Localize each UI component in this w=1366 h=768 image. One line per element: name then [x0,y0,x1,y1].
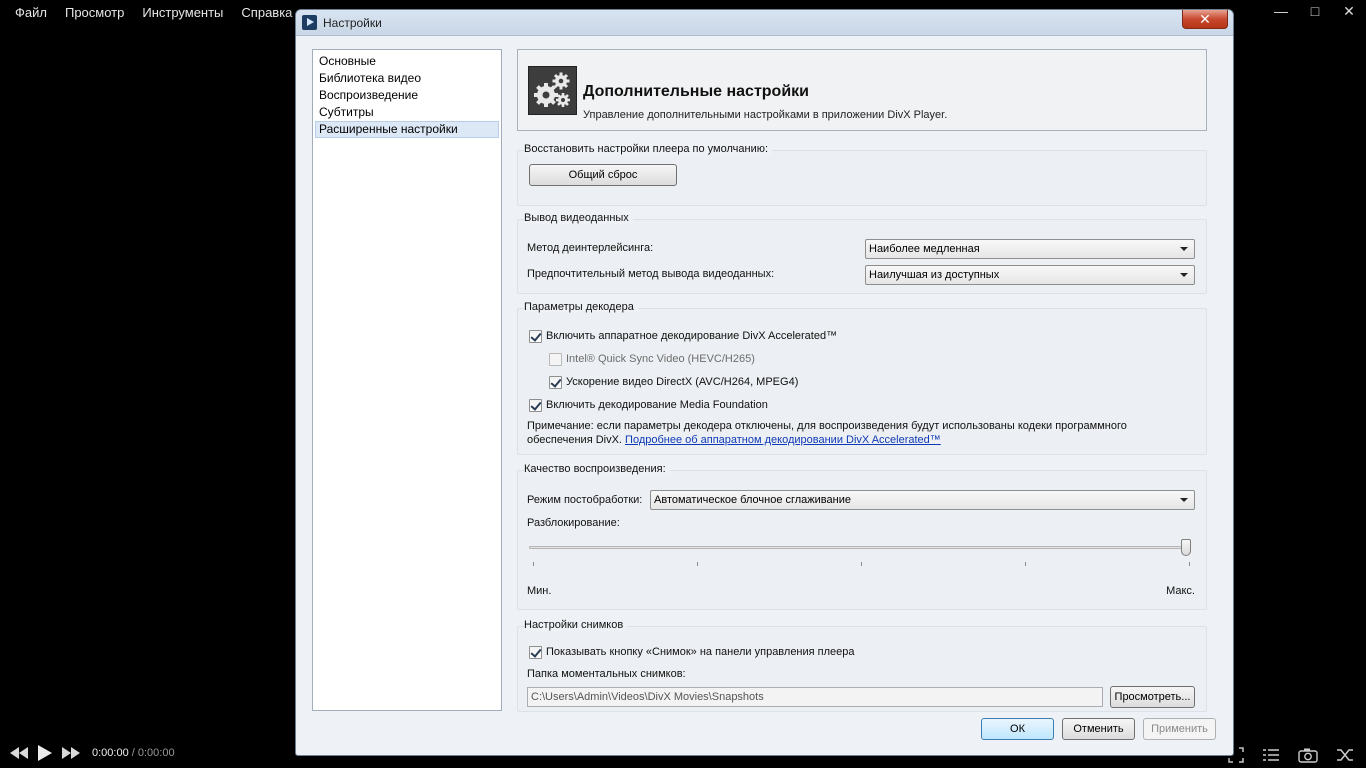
slider-tick [1189,562,1190,566]
player-right-controls [1228,747,1354,763]
slider-tick [697,562,698,566]
fast-forward-icon[interactable] [62,747,80,759]
reset-all-button[interactable]: Общий сброс [529,164,677,186]
decoder-note-line1: Примечание: если параметры декодера откл… [527,420,1127,432]
decoder-note-text: обеспечения DivX. [527,434,626,446]
snapshot-folder-field[interactable]: C:\Users\Admin\Videos\DivX Movies\Snapsh… [527,687,1103,707]
postproc-select[interactable]: Автоматическое блочное сглаживание [650,490,1195,510]
quick-sync-label: Intel® Quick Sync Video (HEVC/H265) [566,353,755,365]
settings-dialog: Настройки ✕ Основные Библиотека видео Во… [295,9,1234,756]
gears-icon [528,66,577,115]
postproc-label: Режим постобработки: [527,494,643,506]
sidebar-item-advanced[interactable]: Расширенные настройки [315,121,499,138]
snapshot-folder-label: Папка моментальных снимков: [527,668,686,680]
divx-app-icon [302,15,317,30]
slider-min-label: Мин. [527,585,552,597]
time-readout: 0:00:00 / 0:00:00 [92,747,175,759]
decoder-group-title: Параметры декодера [524,301,638,313]
media-foundation-checkbox[interactable] [529,399,542,412]
media-foundation-label: Включить декодирование Media Foundation [546,399,768,411]
slider-max-label: Макс. [1166,585,1195,597]
chevron-down-icon [1180,247,1188,251]
menu-file[interactable]: Файл [0,5,56,20]
close-icon[interactable]: ✕ [1342,3,1356,20]
dialog-titlebar[interactable]: Настройки [296,10,1233,36]
deblock-label: Разблокирование: [527,517,620,529]
deinterlace-label: Метод деинтерлейсинга: [527,242,654,254]
ok-button[interactable]: ОК [981,718,1054,740]
menu-help[interactable]: Справка [232,5,301,20]
shuffle-icon[interactable] [1336,747,1354,763]
snapshot-group-title: Настройки снимков [524,619,628,631]
sidebar-item-playback[interactable]: Воспроизведение [315,87,499,104]
hw-decoding-info-link[interactable]: Подробнее об аппаратном декодировании Di… [625,434,941,446]
time-total: 0:00:00 [137,747,175,759]
settings-sidebar: Основные Библиотека видео Воспроизведени… [312,49,502,711]
show-snapshot-button-checkbox[interactable] [529,646,542,659]
chevron-down-icon [1180,498,1188,502]
camera-icon[interactable] [1298,747,1318,763]
decoder-note-line2: обеспечения DivX. Подробнее об аппаратно… [527,434,941,446]
video-output-group-title: Вывод видеоданных [524,212,633,224]
sidebar-item-general[interactable]: Основные [315,53,499,70]
hw-decoding-label: Включить аппаратное декодирование DivX A… [546,330,838,342]
slider-tick [1025,562,1026,566]
apply-button[interactable]: Применить [1143,718,1216,740]
time-separator: / [128,747,138,759]
quick-sync-checkbox[interactable] [549,353,562,366]
reset-group-title: Восстановить настройки плеера по умолчан… [524,143,773,155]
menu-view[interactable]: Просмотр [56,5,133,20]
settings-content: Дополнительные настройки Управление допо… [517,49,1207,712]
deblock-slider-track[interactable] [529,546,1191,549]
slider-tick [861,562,862,566]
sidebar-item-video-library[interactable]: Библиотека видео [315,70,499,87]
play-icon[interactable] [38,745,52,761]
section-subtitle: Управление дополнительными настройками в… [583,109,948,121]
quality-group-title: Качество воспроизведения: [524,463,670,475]
minimize-icon[interactable]: — [1274,3,1288,20]
section-header: Дополнительные настройки Управление допо… [517,49,1207,131]
postproc-value: Автоматическое блочное сглаживание [654,494,851,506]
player-window-controls: — □ ✕ [1274,3,1356,20]
deinterlace-select[interactable]: Наиболее медленная [865,239,1195,259]
rewind-icon[interactable] [10,747,28,759]
browse-button[interactable]: Просмотреть... [1110,686,1195,708]
deblock-slider-thumb[interactable] [1181,539,1191,556]
dialog-title: Настройки [323,15,382,30]
chevron-down-icon [1180,273,1188,277]
time-current: 0:00:00 [92,747,129,759]
playlist-icon[interactable] [1262,747,1280,763]
show-snapshot-button-label: Показывать кнопку «Снимок» на панели упр… [546,646,855,658]
cancel-button[interactable]: Отменить [1062,718,1135,740]
directx-checkbox[interactable] [549,376,562,389]
hw-decoding-checkbox[interactable] [529,330,542,343]
dialog-close-button[interactable]: ✕ [1182,10,1228,29]
sidebar-item-subtitles[interactable]: Субтитры [315,104,499,121]
slider-tick [533,562,534,566]
directx-label: Ускорение видео DirectX (AVC/H264, MPEG4… [566,376,799,388]
maximize-icon[interactable]: □ [1308,3,1322,20]
output-method-value: Наилучшая из доступных [869,269,1000,281]
section-title: Дополнительные настройки [583,83,809,100]
deinterlace-value: Наиболее медленная [869,243,980,255]
menu-tools[interactable]: Инструменты [133,5,232,20]
output-method-select[interactable]: Наилучшая из доступных [865,265,1195,285]
output-method-label: Предпочтительный метод вывода видеоданны… [527,268,775,280]
